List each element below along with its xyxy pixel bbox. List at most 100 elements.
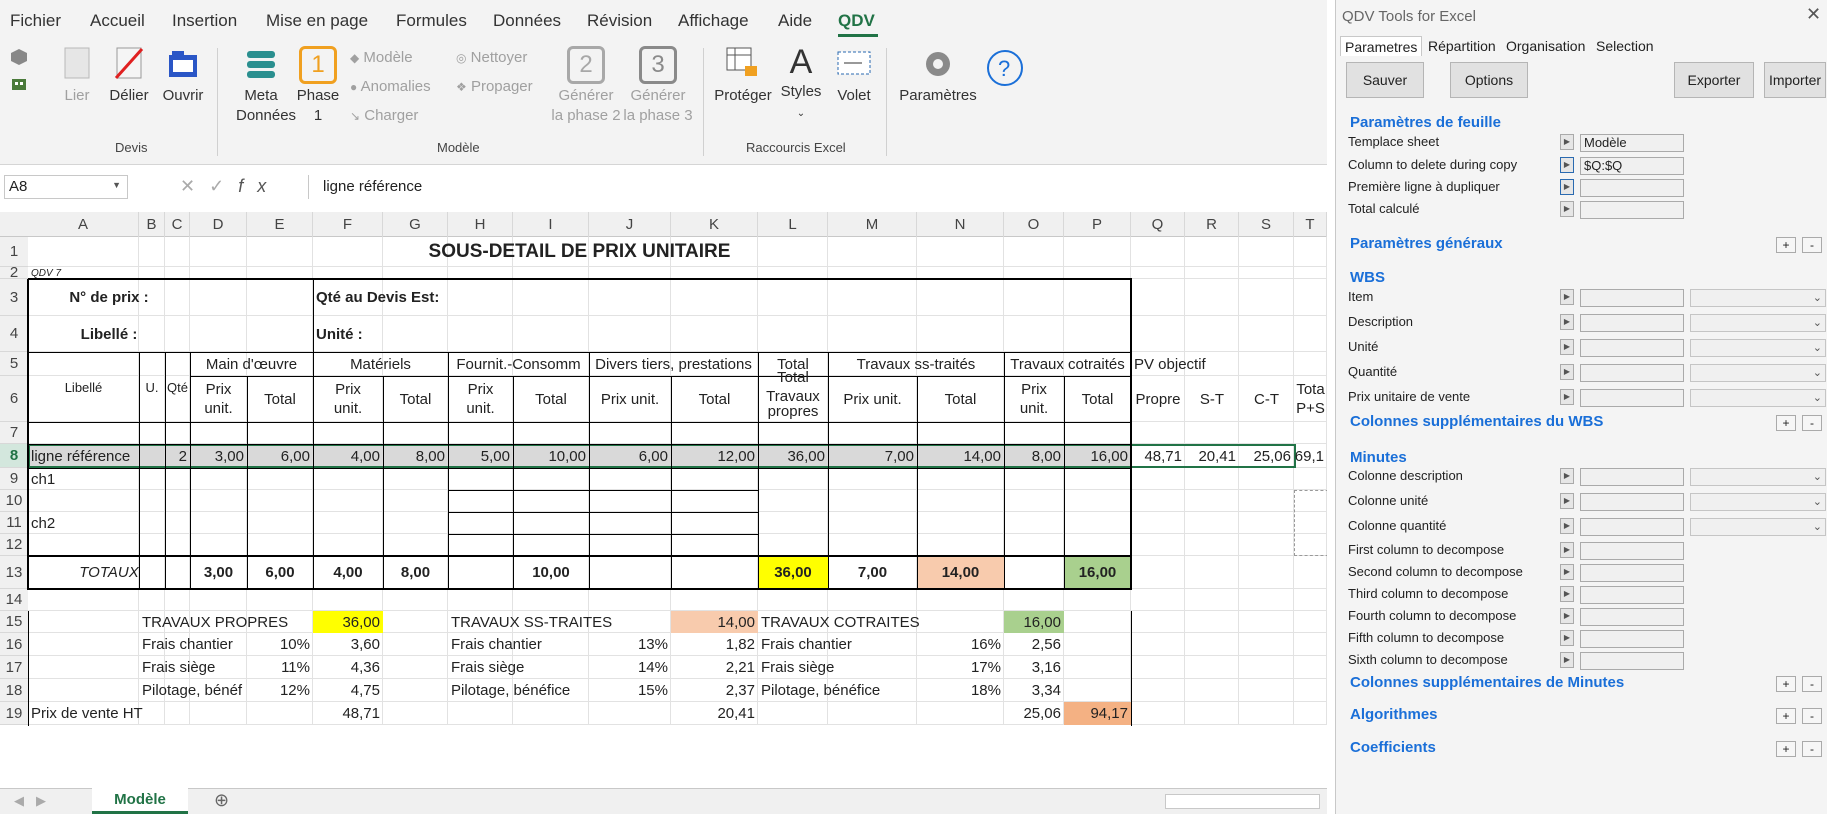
section-parametres-generaux[interactable]: Paramètres généraux xyxy=(1350,235,1503,252)
total-f[interactable]: 4,00 xyxy=(313,556,383,589)
premiere-ligne-picker-button[interactable]: ▶ xyxy=(1560,179,1574,195)
premiere-ligne-input[interactable] xyxy=(1580,179,1684,197)
total-l[interactable]: 36,00 xyxy=(758,556,828,589)
total-d[interactable]: 3,00 xyxy=(190,556,247,589)
wbs-2-picker-button[interactable]: ▶ xyxy=(1560,339,1574,355)
sauver-button[interactable]: Sauver xyxy=(1346,62,1424,98)
column-header[interactable]: J xyxy=(589,212,671,237)
column-header[interactable]: M xyxy=(828,212,917,237)
nettoyer-button[interactable]: ◎ Nettoyer xyxy=(456,49,527,66)
decompose-4-picker-button[interactable]: ▶ xyxy=(1560,630,1574,646)
recap-value[interactable]: 2,37 xyxy=(671,679,758,702)
chapter-2[interactable]: ch2 xyxy=(28,512,139,534)
header-total[interactable]: Total xyxy=(513,376,589,422)
collapse-minus-button[interactable]: - xyxy=(1802,741,1822,757)
collapse-minus-button[interactable]: - xyxy=(1802,676,1822,692)
section-wbs[interactable]: WBS xyxy=(1350,269,1385,286)
formula-input[interactable]: ligne référence xyxy=(308,175,1323,199)
column-header[interactable]: P xyxy=(1064,212,1131,237)
row8-value[interactable]: 36,00 xyxy=(758,444,828,468)
recap-percent[interactable]: 12% xyxy=(247,679,313,702)
recap-percent[interactable]: 13% xyxy=(589,633,671,656)
expand-plus-button[interactable]: + xyxy=(1776,676,1796,692)
row8-value[interactable]: 14,00 xyxy=(917,444,1004,468)
row-header[interactable]: 7 xyxy=(0,422,28,444)
name-box[interactable]: A8 ▼ xyxy=(4,175,128,199)
header-prix-unit[interactable]: Prix unit. xyxy=(1004,376,1064,422)
total-e[interactable]: 6,00 xyxy=(247,556,313,589)
total-calcule-input[interactable] xyxy=(1580,201,1684,219)
row8-value[interactable]: 10,00 xyxy=(513,444,589,468)
chapter-1[interactable]: ch1 xyxy=(28,468,139,490)
generer-phase3-button[interactable]: 3 Générer la phase 3 xyxy=(622,46,694,126)
tab-affichage[interactable]: Affichage xyxy=(678,11,749,31)
row8-value[interactable]: 69,1 xyxy=(1294,444,1327,468)
column-header[interactable]: R xyxy=(1185,212,1239,237)
row8-value[interactable]: 25,06 xyxy=(1239,444,1294,468)
next-sheet-icon[interactable]: ▶ xyxy=(36,793,46,809)
row-header[interactable]: 11 xyxy=(0,512,28,534)
wbs-2-dropdown[interactable]: ⌄ xyxy=(1690,339,1826,357)
row-header[interactable]: 18 xyxy=(0,679,28,702)
row-header[interactable]: 1 xyxy=(0,237,28,267)
column-header[interactable]: C xyxy=(165,212,190,237)
minutes-2-picker-button[interactable]: ▶ xyxy=(1560,518,1574,534)
recap-percent[interactable]: 11% xyxy=(247,656,313,679)
recap-value[interactable]: 2,56 xyxy=(1004,633,1064,656)
recap-travaux-ss-traites[interactable]: TRAVAUX SS-TRAITES xyxy=(448,611,671,633)
tab-mise-en-page[interactable]: Mise en page xyxy=(266,11,368,31)
minutes-0-dropdown[interactable]: ⌄ xyxy=(1690,468,1826,486)
total-p[interactable]: 16,00 xyxy=(1064,556,1131,589)
wbs-3-input[interactable] xyxy=(1580,364,1684,382)
collapse-minus-button[interactable]: - xyxy=(1802,415,1822,431)
qte-devis-label[interactable]: Qté au Devis Est: xyxy=(313,279,513,316)
header-qte[interactable]: Qté xyxy=(165,352,190,422)
recap-frais-chantier[interactable]: Frais chantier xyxy=(139,633,247,656)
total-g[interactable]: 8,00 xyxy=(383,556,448,589)
recap-frais-siege[interactable]: Frais siège xyxy=(448,656,589,679)
section-colonnes-minutes[interactable]: Colonnes supplémentaires de Minutes xyxy=(1350,674,1624,691)
wbs-1-picker-button[interactable]: ▶ xyxy=(1560,314,1574,330)
row-header[interactable]: 9 xyxy=(0,468,28,490)
row-header[interactable]: 14 xyxy=(0,589,28,611)
section-coefficients[interactable]: Coefficients xyxy=(1350,739,1436,756)
importer-button[interactable]: Importer xyxy=(1764,62,1826,98)
meta-donnees-button[interactable]: Meta Données xyxy=(236,46,296,126)
wbs-0-dropdown[interactable]: ⌄ xyxy=(1690,289,1826,307)
libelle-label[interactable]: Libellé : xyxy=(28,316,190,352)
recap-travaux-propres[interactable]: TRAVAUX PROPRES xyxy=(139,611,313,633)
row-header[interactable]: 8 xyxy=(0,444,28,468)
minutes-1-picker-button[interactable]: ▶ xyxy=(1560,493,1574,509)
tab-donnees[interactable]: Données xyxy=(493,11,561,31)
wbs-4-dropdown[interactable]: ⌄ xyxy=(1690,389,1826,407)
column-header[interactable]: D xyxy=(190,212,247,237)
row8-value[interactable]: 12,00 xyxy=(671,444,758,468)
recap-frais-siege[interactable]: Frais siège xyxy=(758,656,917,679)
modele-button[interactable]: ◆ Modèle xyxy=(350,49,413,66)
section-minutes[interactable]: Minutes xyxy=(1350,449,1407,466)
decompose-2-picker-button[interactable]: ▶ xyxy=(1560,586,1574,602)
template-sheet-picker-button[interactable]: ▶ xyxy=(1560,134,1574,150)
styles-button[interactable]: A Styles ⌄ xyxy=(778,42,824,124)
row-header[interactable]: 4 xyxy=(0,316,28,352)
recap-percent[interactable]: 10% xyxy=(247,633,313,656)
row-header[interactable]: 12 xyxy=(0,534,28,556)
decompose-5-picker-button[interactable]: ▶ xyxy=(1560,652,1574,668)
unite-label[interactable]: Unité : xyxy=(313,316,448,352)
wbs-3-dropdown[interactable]: ⌄ xyxy=(1690,364,1826,382)
decompose-3-input[interactable] xyxy=(1580,608,1684,626)
wbs-1-input[interactable] xyxy=(1580,314,1684,332)
decompose-4-input[interactable] xyxy=(1580,630,1684,648)
recap-pilotage[interactable]: Pilotage, bénéfice xyxy=(758,679,917,702)
recap-ct-value[interactable]: 16,00 xyxy=(1004,611,1064,633)
tab-formules[interactable]: Formules xyxy=(396,11,467,31)
recap-value[interactable]: 2,21 xyxy=(671,656,758,679)
wbs-4-picker-button[interactable]: ▶ xyxy=(1560,389,1574,405)
recap-percent[interactable]: 17% xyxy=(917,656,1004,679)
recap-value[interactable]: 3,16 xyxy=(1004,656,1064,679)
robot-icon[interactable] xyxy=(10,76,28,94)
charger-button[interactable]: ↘ Charger xyxy=(350,107,418,124)
collapse-minus-button[interactable]: - xyxy=(1802,708,1822,724)
section-algorithmes[interactable]: Algorithmes xyxy=(1350,706,1438,723)
header-ct[interactable]: C-T xyxy=(1239,376,1294,422)
